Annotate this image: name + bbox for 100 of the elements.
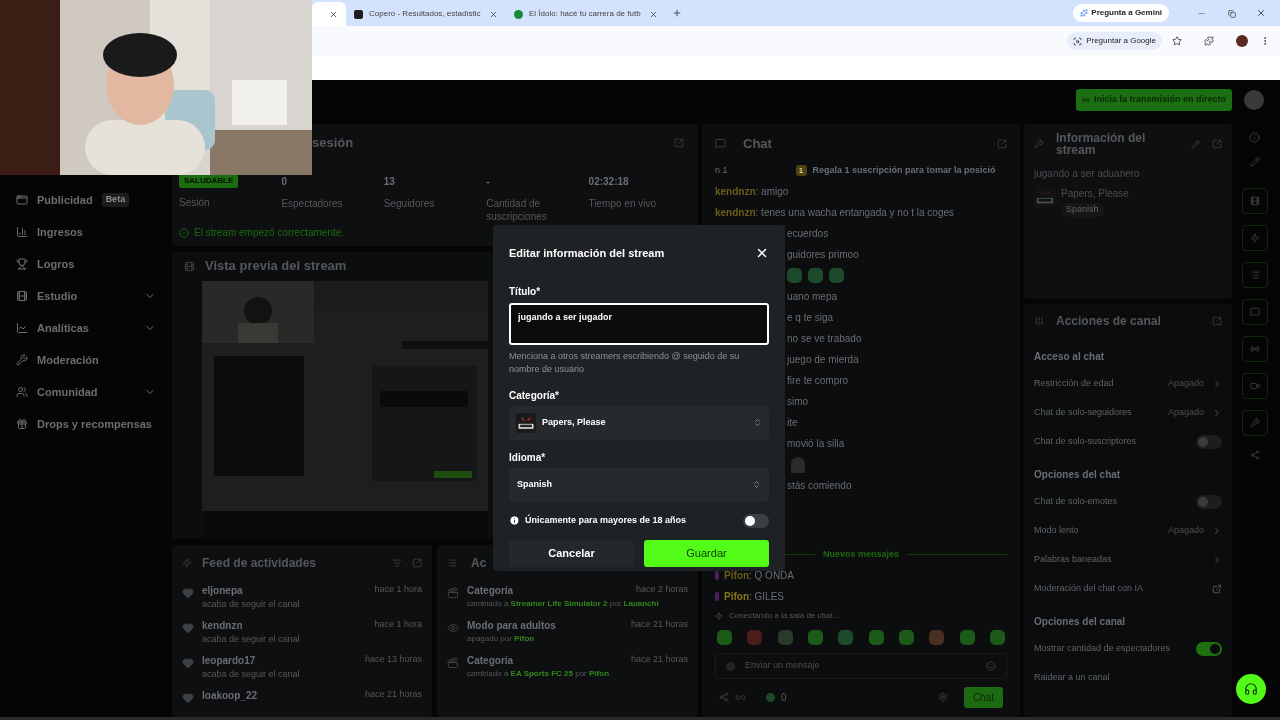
camera-button[interactable] [1241, 373, 1268, 399]
chat-message: kendnzn: amigo [715, 185, 789, 199]
setting-row[interactable]: Raidear a un canal [1034, 663, 1222, 692]
nodes-icon [719, 692, 729, 702]
new-tab-icon[interactable] [672, 8, 682, 18]
setting-row[interactable]: Restricción de edad Apagado [1034, 369, 1222, 398]
follower-name: kendnzn [202, 619, 243, 633]
setting-row[interactable]: Chat de solo-seguidores Apagado [1034, 398, 1222, 427]
setting-value: Apagado [1167, 523, 1204, 537]
sidebar-item[interactable]: Estudio [16, 280, 156, 312]
send-chat-button[interactable]: Chat [963, 686, 1003, 708]
sidebar-item[interactable]: Analíticas [16, 312, 156, 344]
pop-out-icon[interactable] [997, 138, 1007, 149]
close-tab-icon[interactable] [649, 9, 658, 19]
select-arrows-icon [753, 418, 762, 427]
pop-out-icon[interactable] [1212, 316, 1222, 326]
bolt-button[interactable] [1241, 225, 1268, 251]
extensions-icon[interactable] [1204, 36, 1214, 46]
language-select[interactable]: Spanish [509, 467, 769, 502]
chevron-right-icon [1212, 407, 1222, 418]
edit-icon[interactable] [1191, 139, 1200, 149]
setting-row[interactable]: Moderación del chat con IA [1034, 574, 1222, 603]
chevron-right-icon [1212, 525, 1222, 536]
pop-out-icon[interactable] [674, 138, 684, 148]
pop-out-icon[interactable] [412, 558, 422, 568]
clapperboard-icon [447, 587, 459, 599]
mature-label: Únicamente para mayores de 18 años [525, 513, 687, 527]
sidebar-item[interactable]: Drops y recompensas [16, 408, 156, 440]
close-window-icon[interactable] [1256, 8, 1266, 18]
browser-tab[interactable]: Copero - Resultados, estadístic [346, 2, 506, 26]
panel-title: Información del stream [1056, 132, 1147, 156]
close-tab-icon[interactable] [489, 9, 498, 19]
toggle-switch[interactable] [1196, 641, 1222, 656]
emote-icon [868, 630, 884, 645]
broadcast-button[interactable] [1241, 336, 1268, 362]
check-icon [179, 227, 189, 238]
setting-row[interactable]: Palabras baneadas [1034, 545, 1222, 574]
broadcast-icon [1081, 96, 1090, 104]
film-icon [184, 260, 195, 272]
bookmark-star-icon[interactable] [1172, 36, 1182, 46]
chat-message: Pifon: GILES [724, 590, 784, 604]
toggle-switch[interactable] [743, 513, 769, 528]
cancel-button[interactable]: Cancelar [509, 539, 634, 567]
setting-label: Restricción de edad [1034, 376, 1114, 390]
wrench-button[interactable] [1241, 410, 1268, 436]
panel-title: Acciones de canal [1056, 313, 1161, 330]
sidebar-icon [16, 386, 28, 398]
nodes-icon[interactable] [1249, 450, 1260, 460]
setting-row[interactable]: Chat de solo-suscriptores [1034, 427, 1222, 456]
audit-title: Categoría [467, 654, 514, 668]
setting-row[interactable]: Chat de solo-emotes [1034, 487, 1222, 516]
heart-icon [182, 587, 194, 599]
sidebar-item[interactable]: Ingresos [16, 216, 156, 248]
ask-google-chip[interactable]: Preguntar a Google [1067, 32, 1162, 50]
settings-icon[interactable] [937, 692, 948, 702]
close-tab-icon[interactable] [329, 9, 338, 19]
tab-title: Copero - Resultados, estadístic [369, 8, 481, 20]
emote-icon [829, 268, 844, 283]
gemini-button[interactable]: Pregunta a Gemini [1073, 4, 1169, 22]
activity-time: hace 13 horas [364, 653, 422, 666]
category-select[interactable]: Papers, Please [509, 405, 769, 440]
sidebar-item[interactable]: Moderación [16, 344, 156, 376]
setting-label: Chat de solo-emotes [1034, 494, 1118, 508]
toggle-switch[interactable] [1196, 494, 1222, 509]
save-button[interactable]: Guardar [644, 539, 769, 567]
setting-row[interactable]: Modo lento Apagado [1034, 516, 1222, 545]
chevron-right-icon [1212, 554, 1222, 565]
filter-icon[interactable] [392, 558, 402, 568]
sidebar-item[interactable]: Comunidad [16, 376, 156, 408]
browser-tab[interactable]: El Ídolo: hacé tu carrera de futb [506, 2, 666, 26]
sidebar-label: Analíticas [37, 320, 89, 336]
sidebar-label: Ingresos [37, 224, 83, 240]
chat-button[interactable] [1241, 299, 1268, 325]
section-heading: Acceso al chat [1034, 349, 1106, 364]
chat-message: e q te siga [787, 311, 834, 325]
setting-value: Apagado [1167, 376, 1204, 390]
user-avatar[interactable] [1244, 90, 1264, 110]
profile-avatar[interactable] [1236, 35, 1248, 47]
follower-name: loakoop_22 [202, 689, 258, 703]
info-icon[interactable] [1249, 132, 1260, 143]
emote-icon [929, 630, 945, 645]
film-button[interactable] [1241, 188, 1268, 214]
sidebar-item[interactable]: Logros [16, 248, 156, 280]
title-input[interactable]: jugando a ser jugador [509, 302, 769, 345]
emoji-icon[interactable] [986, 661, 996, 671]
pop-out-icon[interactable] [1212, 139, 1222, 149]
edit-icon[interactable] [1249, 157, 1260, 167]
activity-text: acaba de seguir el canal [202, 598, 301, 611]
setting-row[interactable]: Mostrar cantidad de espectadores [1034, 634, 1222, 663]
sparkle-icon [1080, 9, 1089, 17]
list-icon [1249, 270, 1260, 280]
chat-message: uano mepa [787, 290, 838, 304]
sidebar-item[interactable]: Publicidad Beta [16, 184, 156, 216]
field-label: Título* [509, 284, 542, 299]
chevron-right-icon [1212, 378, 1222, 389]
list-button[interactable] [1241, 262, 1268, 288]
go-live-button[interactable]: Inicia la transmisión en directo [1075, 89, 1232, 111]
restore-icon[interactable] [1228, 10, 1236, 18]
toggle-switch[interactable] [1196, 434, 1222, 449]
setting-label: Modo lento [1034, 523, 1079, 537]
